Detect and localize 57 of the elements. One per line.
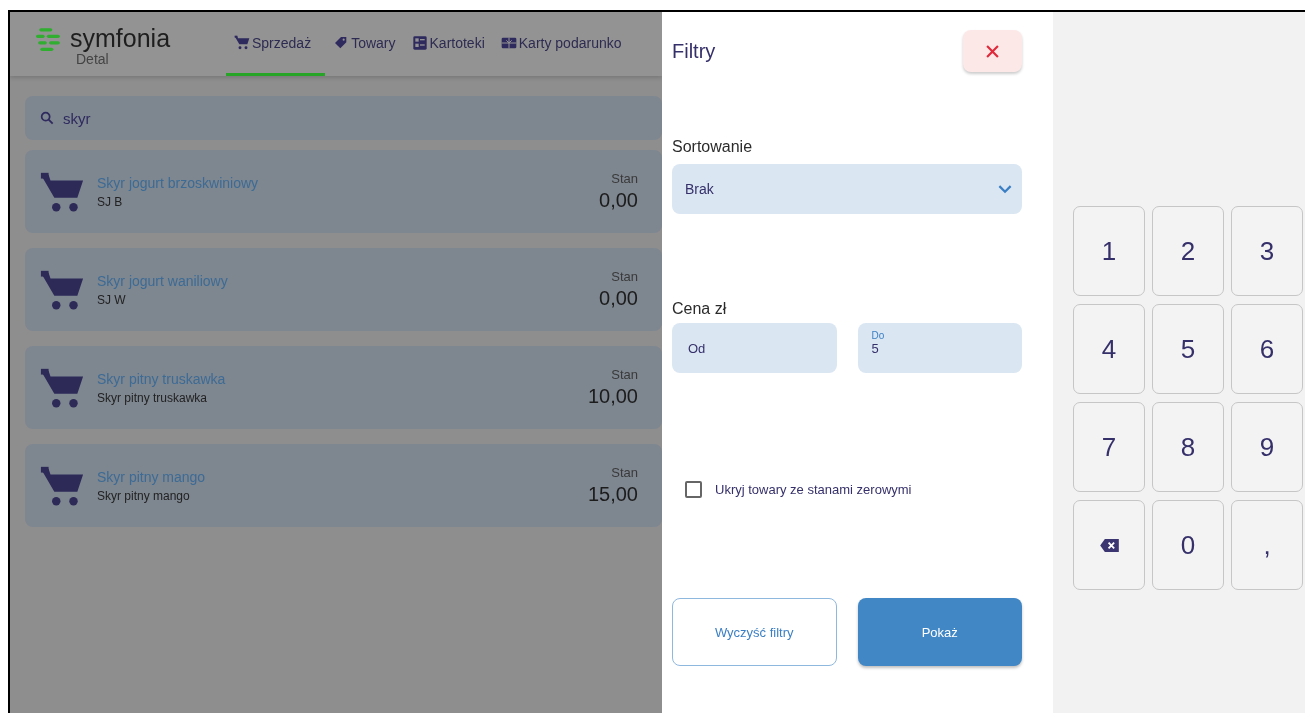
price-to-field[interactable]: Do 5 xyxy=(857,323,1022,373)
backspace-icon xyxy=(1099,538,1119,552)
stock-value: 15,00 xyxy=(587,483,638,506)
stock-value: 0,00 xyxy=(599,189,638,212)
product-code: SJ W xyxy=(97,292,127,307)
keypad-key[interactable]: , xyxy=(1231,500,1303,590)
stock-label: Stan xyxy=(611,269,638,284)
chevron-down-icon xyxy=(998,184,1012,194)
keypad-key[interactable]: 5 xyxy=(1152,304,1224,394)
search-icon xyxy=(39,110,55,126)
product-card[interactable]: Skyr jogurt waniliowy SJ W Stan 0,00 xyxy=(25,248,662,331)
stock-label: Stan xyxy=(611,171,638,186)
close-icon xyxy=(986,44,999,58)
search-field[interactable]: skyr xyxy=(25,96,662,140)
keypad-key[interactable]: 4 xyxy=(1073,304,1145,394)
logo-icon xyxy=(36,25,62,52)
panel-title: Filtry xyxy=(672,39,716,63)
keypad-key[interactable]: 8 xyxy=(1152,402,1224,492)
nav-tab[interactable]: Kartoteki xyxy=(403,12,493,76)
keypad-key[interactable]: 1 xyxy=(1073,206,1145,296)
field-label: Cena zł xyxy=(672,300,728,318)
keypad-key[interactable]: 2 xyxy=(1152,206,1224,296)
stock-value: 10,00 xyxy=(587,385,638,408)
product-name: Skyr jogurt waniliowy xyxy=(97,272,229,289)
stock-label: Stan xyxy=(611,465,638,480)
product-name: Skyr pitny truskawka xyxy=(97,370,227,387)
clear-filters-button[interactable]: Wyczyść filtry xyxy=(672,598,837,666)
logo-subtitle: Detal xyxy=(76,51,109,67)
stock-label: Stan xyxy=(611,367,638,382)
backspace-key[interactable] xyxy=(1073,500,1145,590)
product-card[interactable]: Skyr pitny mango Skyr pitny mango Stan 15,00 xyxy=(25,444,662,527)
product-card[interactable]: Skyr pitny truskawka Skyr pitny truskawka Stan 10,00 xyxy=(25,346,662,429)
product-code: Skyr pitny truskawka xyxy=(97,390,209,405)
keypad-key[interactable]: 3 xyxy=(1231,206,1303,296)
product-card[interactable]: Skyr jogurt brzoskwiniowy SJ B Stan 0,00 xyxy=(25,150,662,233)
sort-dropdown[interactable]: Brak xyxy=(672,164,1022,214)
field-label: Sortowanie xyxy=(672,138,754,156)
nav-tab[interactable]: Towary xyxy=(325,12,404,76)
product-name: Skyr jogurt brzoskwiniowy xyxy=(97,174,260,191)
price-from-field[interactable]: Od xyxy=(672,323,837,373)
product-name: Skyr pitny mango xyxy=(97,468,207,485)
stock-value: 0,00 xyxy=(599,287,638,310)
keypad-key[interactable]: 0 xyxy=(1152,500,1224,590)
card-list-icon xyxy=(411,34,428,51)
logo-text: symfonia xyxy=(70,24,171,53)
checkbox-label: Ukryj towary ze stanami zerowymi xyxy=(715,482,912,497)
show-button[interactable]: Pokaż xyxy=(857,598,1022,666)
cart-icon xyxy=(234,34,250,51)
keypad-key[interactable]: 9 xyxy=(1231,402,1303,492)
nav-tab[interactable]: Karty podarunko xyxy=(492,12,630,76)
checkbox[interactable] xyxy=(685,481,702,498)
product-code: SJ B xyxy=(97,194,124,209)
nav-tab[interactable]: Sprzedaż xyxy=(226,12,326,76)
keypad-key[interactable]: 6 xyxy=(1231,304,1303,394)
close-button[interactable] xyxy=(963,30,1022,72)
product-code: Skyr pitny mango xyxy=(97,488,191,503)
keypad-key[interactable]: 7 xyxy=(1073,402,1145,492)
